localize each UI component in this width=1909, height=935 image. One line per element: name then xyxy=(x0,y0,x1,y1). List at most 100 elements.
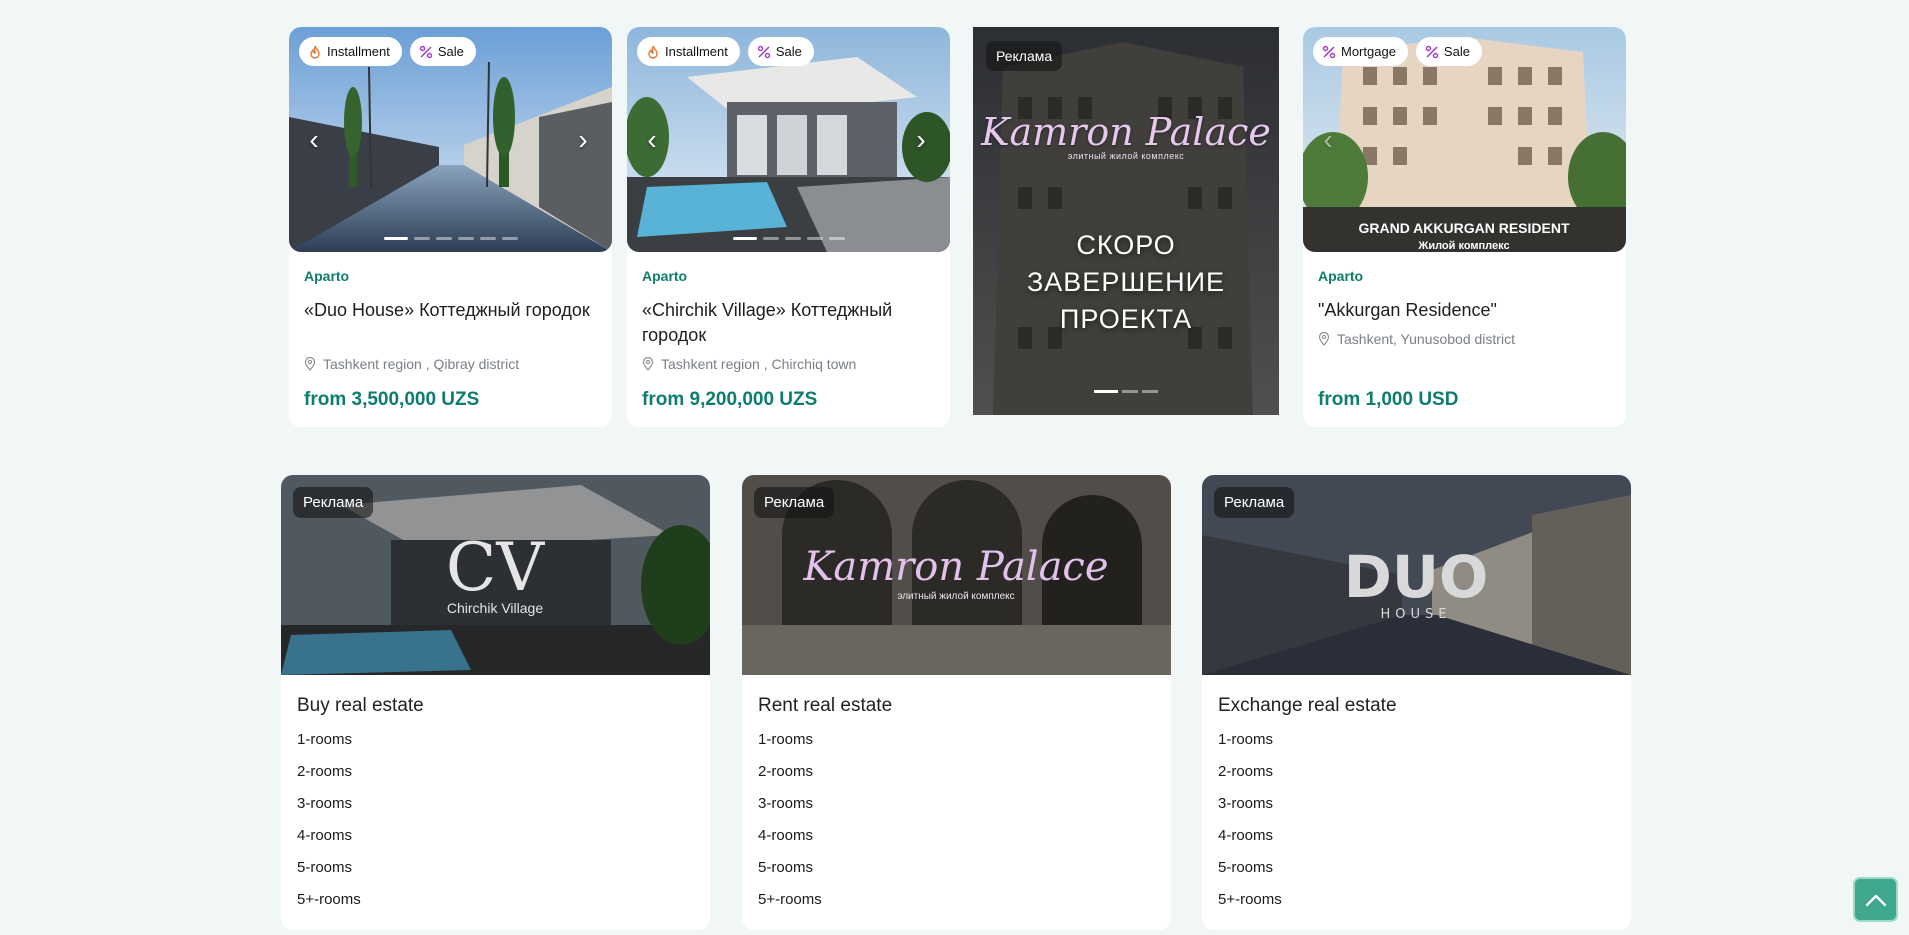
room-link[interactable]: 5-rooms xyxy=(297,859,710,891)
carousel-dot[interactable] xyxy=(1142,390,1158,393)
location-text: Tashkent, Yunusobod district xyxy=(1337,331,1515,347)
ad-logo-subtitle: HOUSE xyxy=(1381,607,1452,622)
room-link[interactable]: 5-rooms xyxy=(758,859,1171,891)
carousel-dot[interactable] xyxy=(383,237,408,240)
room-link[interactable]: 5+-rooms xyxy=(297,891,710,923)
listing-price: from 3,500,000 UZS xyxy=(304,389,480,410)
room-link[interactable]: 5+-rooms xyxy=(1218,891,1631,923)
carousel-dot[interactable] xyxy=(806,237,823,240)
ad-logo: Kamron Palace xyxy=(981,110,1271,154)
listing-title[interactable]: "Akkurgan Residence" xyxy=(1318,298,1611,323)
room-list: 1-rooms 2-rooms 3-rooms 4-rooms 5-rooms … xyxy=(297,731,710,923)
room-link[interactable]: 1-rooms xyxy=(758,731,1171,763)
room-link[interactable]: 3-rooms xyxy=(1218,795,1631,827)
image-caption: GRAND AKKURGAN RESIDENT xyxy=(1358,220,1569,236)
category-title[interactable]: Exchange real estate xyxy=(1218,695,1631,717)
room-link[interactable]: 3-rooms xyxy=(758,795,1171,827)
carousel-next-button[interactable]: › xyxy=(568,125,598,155)
installment-badge: Installment xyxy=(637,37,740,66)
percent-icon xyxy=(757,45,771,58)
ad-carousel-dots[interactable] xyxy=(973,390,1279,393)
developer-name[interactable]: Aparto xyxy=(1318,268,1611,288)
installment-badge: Installment xyxy=(299,37,402,66)
room-link[interactable]: 2-rooms xyxy=(758,763,1171,795)
ad-headline-line: СКОРО xyxy=(1076,230,1176,260)
room-link[interactable]: 4-rooms xyxy=(297,827,710,859)
room-link[interactable]: 2-rooms xyxy=(1218,763,1631,795)
carousel-dot[interactable] xyxy=(732,237,757,240)
badge-label: Installment xyxy=(327,44,390,59)
ad-label: Реклама xyxy=(754,487,835,518)
carousel-dot[interactable] xyxy=(435,237,452,240)
developer-name[interactable]: Aparto xyxy=(304,268,597,288)
category-ad-photo[interactable]: CV Chirchik Village Реклама xyxy=(281,475,710,675)
carousel-dots[interactable] xyxy=(627,237,950,240)
carousel-dot[interactable] xyxy=(1094,390,1118,393)
listing-price: from 9,200,000 UZS xyxy=(642,389,818,410)
flame-icon xyxy=(648,45,658,59)
category-ad-photo[interactable]: DUO HOUSE Реклама xyxy=(1202,475,1631,675)
badge-label: Sale xyxy=(1443,44,1470,59)
listing-photo-carousel[interactable]: Installment Sale ‹ › xyxy=(627,27,950,252)
listing-card-chirchik-village[interactable]: Installment Sale ‹ › Aparto «Chirchik Vi… xyxy=(627,27,950,427)
room-link[interactable]: 5-rooms xyxy=(1218,859,1631,891)
location-pin-icon xyxy=(1318,332,1330,346)
listing-title[interactable]: «Duo House» Коттеджный городок xyxy=(304,298,597,348)
room-link[interactable]: 1-rooms xyxy=(297,731,710,763)
carousel-dot[interactable] xyxy=(784,237,801,240)
carousel-dots[interactable] xyxy=(289,237,612,240)
category-card-exchange[interactable]: DUO HOUSE Реклама Exchange real estate 1… xyxy=(1202,475,1631,930)
carousel-prev-button[interactable]: ‹ xyxy=(1313,125,1343,155)
category-title[interactable]: Buy real estate xyxy=(297,695,710,717)
listing-photo-carousel[interactable]: GRAND AKKURGAN RESIDENT Жилой комплекс M… xyxy=(1303,27,1626,252)
chevron-up-icon xyxy=(1865,894,1886,906)
listing-photo-carousel[interactable]: Installment Sale ‹ › xyxy=(289,27,612,252)
room-link[interactable]: 5+-rooms xyxy=(758,891,1171,923)
carousel-dot[interactable] xyxy=(762,237,779,240)
ad-headline: СКОРО ЗАВЕРШЕНИЕ ПРОЕКТА xyxy=(973,227,1279,338)
carousel-dot[interactable] xyxy=(457,237,474,240)
carousel-dot[interactable] xyxy=(479,237,496,240)
palace-photo xyxy=(973,27,1279,415)
developer-name[interactable]: Aparto xyxy=(642,268,935,288)
carousel-dot[interactable] xyxy=(413,237,430,240)
room-link[interactable]: 4-rooms xyxy=(1218,827,1631,859)
room-link[interactable]: 2-rooms xyxy=(297,763,710,795)
ad-banner-kamron-palace[interactable]: Реклама Kamron Palace элитный жилой комп… xyxy=(973,27,1279,415)
carousel-prev-button[interactable]: ‹ xyxy=(299,125,329,155)
location-text: Tashkent region , Chirchiq town xyxy=(661,356,857,372)
ad-logo-subtitle: элитный жилой комплекс xyxy=(1067,151,1185,161)
listing-location: Tashkent, Yunusobod district xyxy=(1318,331,1611,347)
category-title[interactable]: Rent real estate xyxy=(758,695,1171,717)
sale-badge: Sale xyxy=(409,37,476,66)
percent-icon xyxy=(419,45,433,58)
sale-badge: Sale xyxy=(1415,37,1482,66)
badge-label: Installment xyxy=(665,44,728,59)
ad-logo: CV xyxy=(446,529,545,606)
listing-title[interactable]: «Chirchik Village» Коттеджный городок xyxy=(642,298,935,348)
listing-location: Tashkent region , Chirchiq town xyxy=(642,356,935,372)
room-link[interactable]: 4-rooms xyxy=(758,827,1171,859)
room-link[interactable]: 1-rooms xyxy=(1218,731,1631,763)
badge-label: Mortgage xyxy=(1341,44,1396,59)
scroll-to-top-button[interactable] xyxy=(1853,877,1898,922)
mortgage-badge: Mortgage xyxy=(1313,37,1408,66)
listing-card-duo-house[interactable]: Installment Sale ‹ › Aparto «Duo House» … xyxy=(289,27,612,427)
room-link[interactable]: 3-rooms xyxy=(297,795,710,827)
badge-label: Sale xyxy=(775,44,802,59)
carousel-prev-button[interactable]: ‹ xyxy=(637,125,667,155)
location-text: Tashkent region , Qibray district xyxy=(323,356,520,372)
category-card-buy[interactable]: CV Chirchik Village Реклама Buy real est… xyxy=(281,475,710,930)
carousel-dot[interactable] xyxy=(1122,390,1138,393)
badge-label: Sale xyxy=(437,44,464,59)
category-ad-photo[interactable]: Kamron Palace элитный жилой комплекс Рек… xyxy=(742,475,1171,675)
carousel-dot[interactable] xyxy=(501,237,518,240)
carousel-dot[interactable] xyxy=(828,237,845,240)
room-list: 1-rooms 2-rooms 3-rooms 4-rooms 5-rooms … xyxy=(1218,731,1631,923)
listing-card-akkurgan-residence[interactable]: GRAND AKKURGAN RESIDENT Жилой комплекс M… xyxy=(1303,27,1626,427)
location-pin-icon xyxy=(304,357,316,371)
category-card-rent[interactable]: Kamron Palace элитный жилой комплекс Рек… xyxy=(742,475,1171,930)
ad-headline-line: ПРОЕКТА xyxy=(1059,304,1193,334)
location-pin-icon xyxy=(642,357,654,371)
carousel-next-button[interactable]: › xyxy=(906,125,936,155)
